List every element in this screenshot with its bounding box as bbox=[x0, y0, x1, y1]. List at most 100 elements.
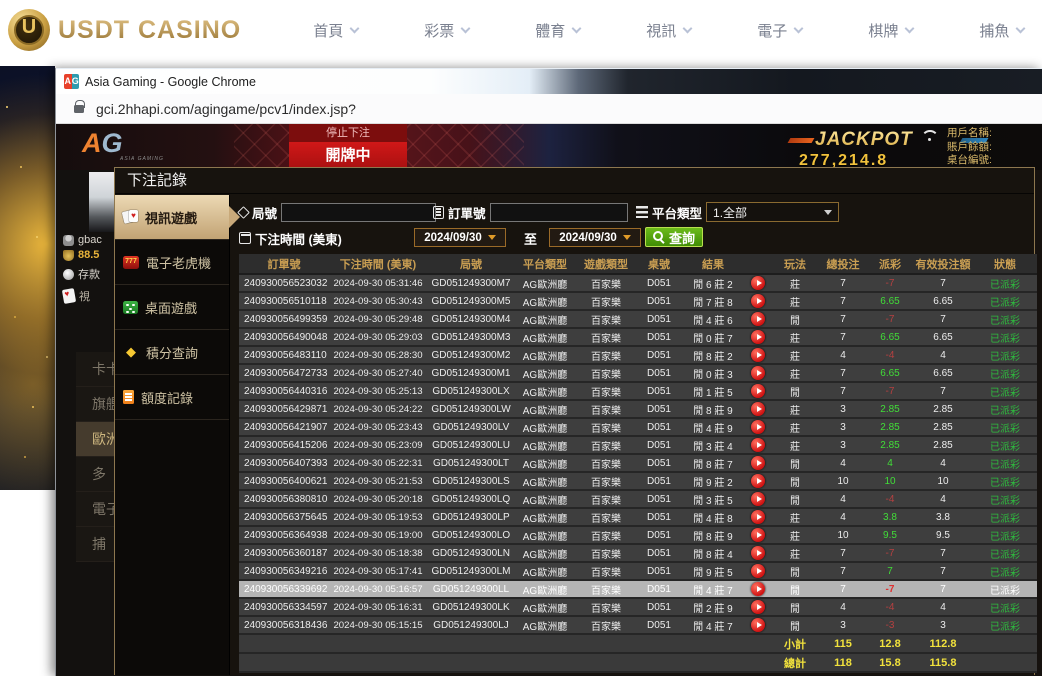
table-row[interactable]: 2409300564403162024-09-30 05:25:13GD0512… bbox=[239, 382, 1037, 400]
play-button[interactable] bbox=[751, 438, 765, 452]
chrome-titlebar[interactable]: AG Asia Gaming - Google Chrome bbox=[56, 68, 1042, 94]
nav-item-2[interactable]: 體育 bbox=[535, 20, 580, 41]
cell-status: 已派彩 bbox=[973, 454, 1037, 472]
column-header-4: 遊戲類型 bbox=[575, 254, 637, 274]
play-button[interactable] bbox=[751, 474, 765, 488]
cell-playtype: 莊 bbox=[771, 364, 819, 382]
table-row[interactable]: 2409300564152062024-09-30 05:23:09GD0512… bbox=[239, 436, 1037, 454]
play-button[interactable] bbox=[751, 402, 765, 416]
site-logo[interactable]: U USDT CASINO bbox=[8, 9, 241, 51]
nav-item-6[interactable]: 捕魚 bbox=[979, 20, 1024, 41]
play-button[interactable] bbox=[751, 420, 765, 434]
table-status-banner: 停止下注 開牌中 bbox=[289, 124, 407, 170]
video-line[interactable]: 視 bbox=[63, 288, 90, 304]
round-input[interactable] bbox=[281, 203, 436, 222]
nav-item-1[interactable]: 彩票 bbox=[424, 20, 469, 41]
table-row[interactable]: 2409300564727332024-09-30 05:27:40GD0512… bbox=[239, 364, 1037, 382]
play-button[interactable] bbox=[751, 330, 765, 344]
play-button[interactable] bbox=[751, 294, 765, 308]
date-to-picker[interactable]: 2024/09/30 bbox=[549, 228, 641, 247]
cell-valid: 10 bbox=[913, 472, 973, 490]
cell-bet: 7 bbox=[819, 544, 867, 562]
cell-result: 閒 4 莊 8 bbox=[681, 508, 745, 526]
table-row[interactable]: 2409300563345972024-09-30 05:16:31GD0512… bbox=[239, 598, 1037, 616]
table-row[interactable]: 2409300564831102024-09-30 05:28:30GD0512… bbox=[239, 346, 1037, 364]
play-button[interactable] bbox=[751, 312, 765, 326]
cell-playtype: 莊 bbox=[771, 346, 819, 364]
date-from-picker[interactable]: 2024/09/30 bbox=[414, 228, 506, 247]
table-row[interactable]: 2409300563601872024-09-30 05:18:38GD0512… bbox=[239, 544, 1037, 562]
play-button[interactable] bbox=[751, 600, 765, 614]
panel-menu-item-4[interactable]: 額度記錄 bbox=[115, 375, 229, 420]
table-row[interactable]: 2409300564006212024-09-30 05:21:53GD0512… bbox=[239, 472, 1037, 490]
cell-time: 2024-09-30 05:24:22 bbox=[329, 400, 427, 418]
table-row[interactable]: 2409300564219072024-09-30 05:23:43GD0512… bbox=[239, 418, 1037, 436]
table-row[interactable]: 2409300563808102024-09-30 05:20:18GD0512… bbox=[239, 490, 1037, 508]
table-row[interactable]: 2409300564073932024-09-30 05:22:31GD0512… bbox=[239, 454, 1037, 472]
cell-tableno: D051 bbox=[637, 400, 681, 418]
table-row[interactable]: 2409300563649382024-09-30 05:19:00GD0512… bbox=[239, 526, 1037, 544]
nav-item-0[interactable]: 首頁 bbox=[313, 20, 358, 41]
deposit-line[interactable]: 存款 bbox=[63, 266, 100, 282]
table-row[interactable]: 2409300563396922024-09-30 05:16:57GD0512… bbox=[239, 580, 1037, 598]
panel-menu-item-3[interactable]: 積分查詢 bbox=[115, 330, 229, 375]
chrome-urlbar[interactable]: gci.2hhapi.com/agingame/pcv1/index.jsp? bbox=[56, 94, 1042, 124]
play-button[interactable] bbox=[751, 384, 765, 398]
table-row[interactable]: 2409300563492162024-09-30 05:17:41GD0512… bbox=[239, 562, 1037, 580]
total-payout-value: 15.8 bbox=[867, 653, 913, 672]
table-row[interactable]: 2409300565101182024-09-30 05:30:43GD0512… bbox=[239, 292, 1037, 310]
cell-order: 240930056429871 bbox=[239, 400, 329, 418]
cell-result: 閒 9 莊 5 bbox=[681, 562, 745, 580]
play-button[interactable] bbox=[751, 582, 765, 596]
cell-status: 已派彩 bbox=[973, 382, 1037, 400]
column-header-12: 狀態 bbox=[973, 254, 1037, 274]
nav-item-5[interactable]: 棋牌 bbox=[868, 20, 913, 41]
user-info-label-1: 賬戶餘額: bbox=[947, 141, 1039, 155]
search-button[interactable]: 查詢 bbox=[645, 227, 703, 247]
table-row[interactable]: 2409300564900482024-09-30 05:29:03GD0512… bbox=[239, 328, 1037, 346]
play-button[interactable] bbox=[751, 510, 765, 524]
table-row[interactable]: 2409300563184362024-09-30 05:15:15GD0512… bbox=[239, 616, 1037, 634]
play-button[interactable] bbox=[751, 492, 765, 506]
cell-round: GD051249300LS bbox=[427, 472, 515, 490]
play-button[interactable] bbox=[751, 546, 765, 560]
play-button[interactable] bbox=[751, 456, 765, 470]
cell-game: 百家樂 bbox=[575, 310, 637, 328]
cell-payout: 6.65 bbox=[867, 292, 913, 310]
nav-item-4[interactable]: 電子 bbox=[757, 20, 802, 41]
cell-platform: AG歐洲廳 bbox=[515, 346, 575, 364]
cell-result: 閒 4 莊 9 bbox=[681, 418, 745, 436]
play-button[interactable] bbox=[751, 348, 765, 362]
total-payout-value: 12.8 bbox=[867, 634, 913, 653]
table-row[interactable]: 2409300565230322024-09-30 05:31:46GD0512… bbox=[239, 274, 1037, 292]
balance-line: 88.5 bbox=[63, 249, 99, 261]
cell-status: 已派彩 bbox=[973, 292, 1037, 310]
cell-payout: -7 bbox=[867, 382, 913, 400]
platform-select[interactable]: 1.全部 bbox=[706, 202, 839, 222]
panel-menu-item-0[interactable]: 視訊遊戲 bbox=[115, 195, 229, 240]
cell-platform: AG歐洲廳 bbox=[515, 310, 575, 328]
cell-game: 百家樂 bbox=[575, 598, 637, 616]
cell-status: 已派彩 bbox=[973, 364, 1037, 382]
cell-status: 已派彩 bbox=[973, 598, 1037, 616]
cell-play bbox=[745, 616, 771, 634]
table-row[interactable]: 2409300564298712024-09-30 05:24:22GD0512… bbox=[239, 400, 1037, 418]
panel-menu-item-2[interactable]: 桌面遊戲 bbox=[115, 285, 229, 330]
cell-platform: AG歐洲廳 bbox=[515, 544, 575, 562]
play-button[interactable] bbox=[751, 366, 765, 380]
play-button[interactable] bbox=[751, 528, 765, 542]
nav-item-3[interactable]: 視訊 bbox=[646, 20, 691, 41]
cell-valid: 7 bbox=[913, 544, 973, 562]
order-input[interactable] bbox=[490, 203, 628, 222]
chevron-down-icon bbox=[794, 24, 804, 34]
subtotal-row: 小計11512.8112.8 bbox=[239, 634, 1037, 653]
play-button[interactable] bbox=[751, 276, 765, 290]
cell-tableno: D051 bbox=[637, 508, 681, 526]
table-row[interactable]: 2409300564993592024-09-30 05:29:48GD0512… bbox=[239, 310, 1037, 328]
cell-platform: AG歐洲廳 bbox=[515, 562, 575, 580]
cell-status: 已派彩 bbox=[973, 526, 1037, 544]
play-button[interactable] bbox=[751, 564, 765, 578]
panel-menu-item-1[interactable]: 電子老虎機 bbox=[115, 240, 229, 285]
table-row[interactable]: 2409300563756452024-09-30 05:19:53GD0512… bbox=[239, 508, 1037, 526]
play-button[interactable] bbox=[751, 618, 765, 632]
